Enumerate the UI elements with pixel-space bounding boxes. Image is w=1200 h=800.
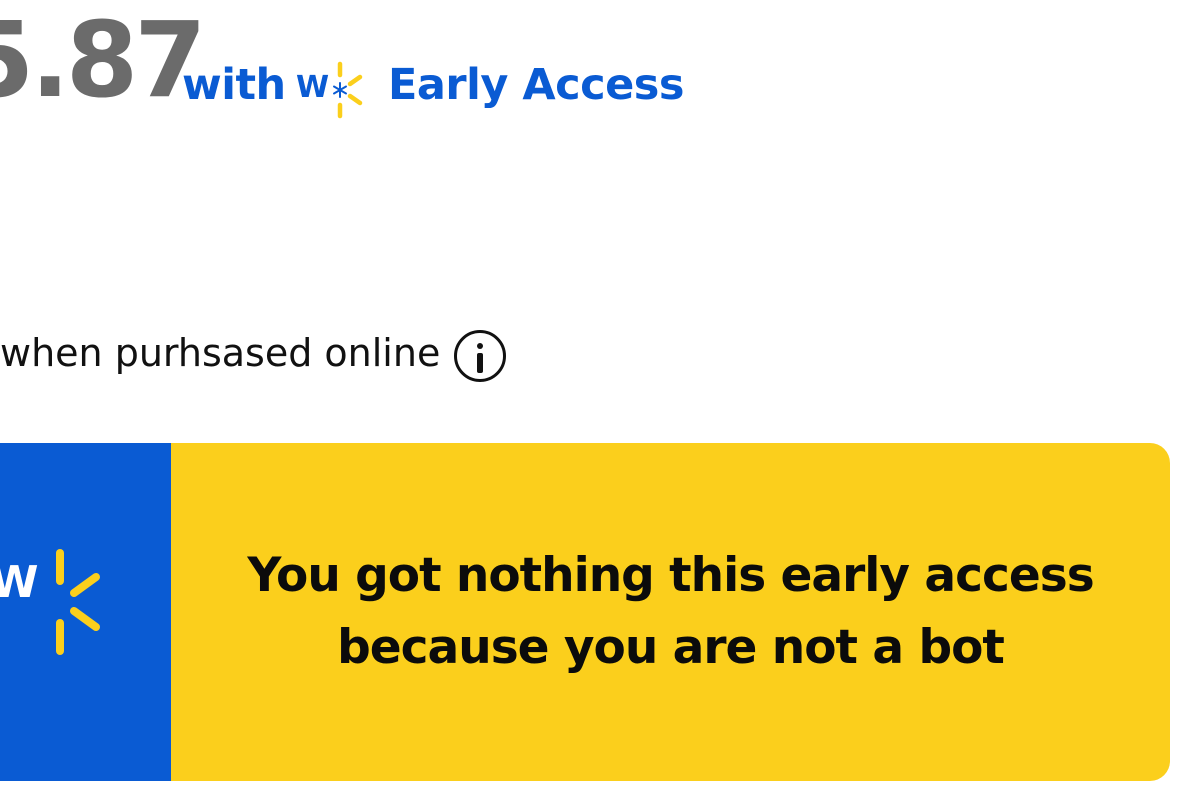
- spark-icon: [333, 61, 363, 119]
- product-page: 5.87 with W Early Access when purhsased …: [0, 0, 1200, 800]
- info-icon-bar: [477, 353, 483, 373]
- banner-message-line-1: You got nothing this early access: [247, 548, 1094, 603]
- availability-note: when purhsased online: [0, 331, 441, 375]
- banner-message: You got nothing this early access becaus…: [171, 443, 1170, 781]
- with-label: with: [182, 60, 286, 110]
- logo-letter: W: [296, 70, 330, 105]
- banner-logo-panel: W: [0, 443, 171, 781]
- banner-logo-letter: W: [0, 557, 39, 608]
- price-amount: 5.87: [0, 0, 207, 121]
- info-icon-dot: [477, 343, 483, 349]
- spark-icon: [56, 549, 100, 655]
- early-access-label: Early Access: [388, 60, 684, 110]
- early-access-banner: W You got nothing this early access beca…: [0, 443, 1170, 781]
- early-access-logo: W: [296, 60, 371, 120]
- banner-message-line-2: because you are not a bot: [337, 620, 1005, 675]
- info-icon[interactable]: [454, 330, 506, 382]
